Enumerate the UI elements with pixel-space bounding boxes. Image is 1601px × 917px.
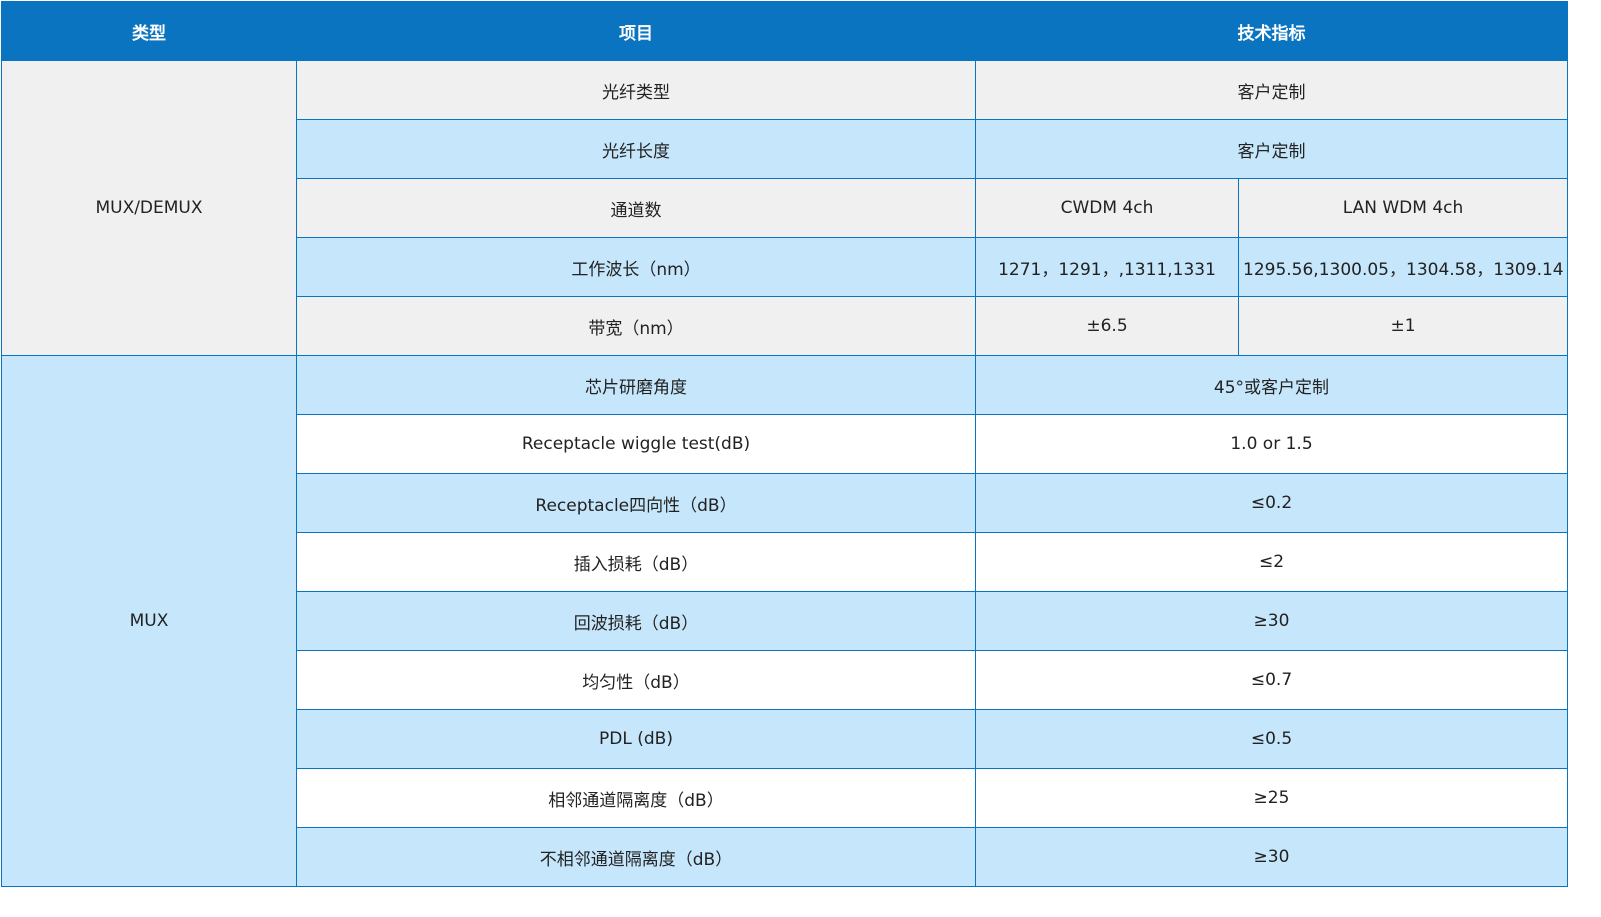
table-row: MUX 芯片研磨角度 45°或客户定制	[1, 355, 1568, 887]
table-row: MUX/DEMUX 光纤类型 客户定制	[1, 60, 1568, 356]
header-type: 类型	[1, 1, 297, 61]
item-cell: 均匀性（dB）	[296, 650, 976, 710]
item-cell: Receptacle wiggle test(dB)	[296, 414, 976, 474]
header-row: 类型 项目 技术指标	[1, 1, 1568, 61]
value-cell-lanwdm: ±1	[1238, 296, 1568, 356]
item-cell: 光纤类型	[296, 60, 976, 120]
item-cell: 光纤长度	[296, 119, 976, 179]
item-cell: 通道数	[296, 178, 976, 238]
item-cell: 工作波长（nm）	[296, 237, 976, 297]
group-mux: MUX	[1, 355, 297, 887]
value-cell-lanwdm: 1295.56,1300.05，1304.58，1309.14	[1238, 237, 1568, 297]
value-cell: ≤2	[975, 532, 1568, 592]
item-cell: 不相邻通道隔离度（dB）	[296, 827, 976, 887]
value-cell: 客户定制	[975, 60, 1568, 120]
value-cell: ≤0.7	[975, 650, 1568, 710]
item-cell: 芯片研磨角度	[296, 355, 976, 415]
value-cell: 45°或客户定制	[975, 355, 1568, 415]
header-item: 项目	[296, 1, 976, 61]
value-cell: ≤0.2	[975, 473, 1568, 533]
item-cell: 回波损耗（dB）	[296, 591, 976, 651]
item-cell: PDL (dB)	[296, 709, 976, 769]
value-cell: 1.0 or 1.5	[975, 414, 1568, 474]
item-cell: 带宽（nm）	[296, 296, 976, 356]
value-cell: ≥30	[975, 827, 1568, 887]
value-cell: ≥25	[975, 768, 1568, 828]
spec-table: 类型 项目 技术指标 MUX/DEMUX 光纤类型 客户定制 光纤长度 客户定制…	[1, 1, 1568, 887]
value-cell-cwdm: 1271，1291，,1311,1331	[975, 237, 1239, 297]
item-cell: 插入损耗（dB）	[296, 532, 976, 592]
value-cell-cwdm: CWDM 4ch	[975, 178, 1239, 238]
item-cell: Receptacle四向性（dB）	[296, 473, 976, 533]
item-cell: 相邻通道隔离度（dB）	[296, 768, 976, 828]
header-spec: 技术指标	[975, 1, 1568, 61]
value-cell: 客户定制	[975, 119, 1568, 179]
value-cell-lanwdm: LAN WDM 4ch	[1238, 178, 1568, 238]
value-cell: ≥30	[975, 591, 1568, 651]
value-cell-cwdm: ±6.5	[975, 296, 1239, 356]
value-cell: ≤0.5	[975, 709, 1568, 769]
group-mux-demux: MUX/DEMUX	[1, 60, 297, 356]
